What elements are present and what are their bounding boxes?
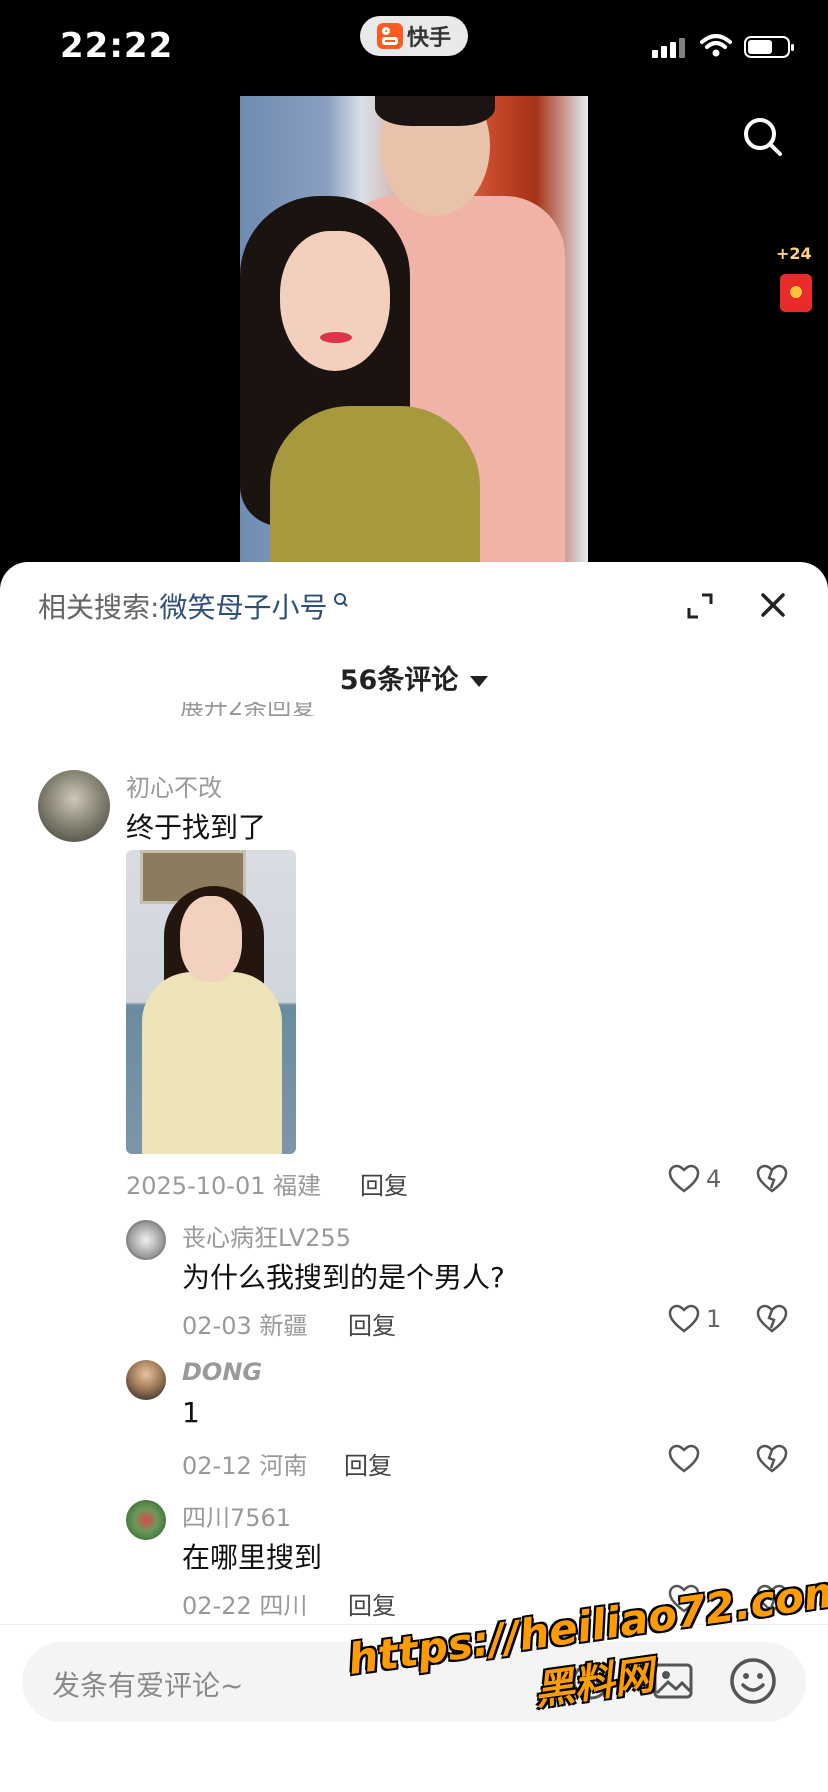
reply-username[interactable]: 四川7561 (182, 1498, 291, 1533)
related-search-label: 相关搜索: (38, 591, 160, 624)
dislike-heart-icon[interactable] (756, 1304, 788, 1334)
like-count: 1 (706, 1305, 722, 1333)
heart-icon (668, 1304, 700, 1333)
like-count: 4 (706, 1165, 722, 1193)
reply-button[interactable]: 回复 (344, 1446, 392, 1481)
comment-input-placeholder: 发条有爱评论~ (52, 1669, 244, 1702)
battery-icon (744, 36, 794, 58)
related-search[interactable]: 相关搜索: 微笑母子小号 (38, 586, 349, 626)
reply-meta: 02-03 新疆 (182, 1312, 308, 1340)
heart-icon (668, 1164, 700, 1193)
video-frame[interactable] (240, 96, 588, 576)
app-indicator-pill[interactable]: 快手 (360, 16, 468, 56)
like-button[interactable]: 4 (668, 1164, 721, 1194)
avatar[interactable] (38, 770, 110, 842)
avatar[interactable] (126, 1360, 166, 1400)
comment-meta: 2025-10-01 福建 (126, 1172, 322, 1200)
cellular-signal-icon (652, 38, 685, 58)
reply-meta: 02-12 河南 (182, 1452, 308, 1480)
like-button[interactable] (668, 1444, 700, 1474)
dislike-heart-icon[interactable] (756, 1164, 788, 1194)
expand-icon[interactable] (686, 592, 714, 620)
comment-image[interactable] (126, 850, 296, 1154)
reply-button[interactable]: 回复 (360, 1166, 408, 1201)
heart-icon (668, 1444, 700, 1473)
chevron-down-icon (470, 676, 489, 687)
reply-button[interactable]: 回复 (348, 1306, 396, 1341)
like-button[interactable]: 1 (668, 1304, 721, 1334)
related-search-keyword[interactable]: 微笑母子小号 (159, 586, 327, 626)
reply-text: 在哪里搜到 (182, 1541, 323, 1574)
clock: 22:22 (60, 26, 174, 66)
comment-text: 终于找到了 (126, 811, 267, 844)
red-packet-icon[interactable] (780, 274, 812, 312)
search-icon[interactable] (742, 116, 784, 158)
kuaishou-logo-icon (376, 23, 403, 49)
comment-username[interactable]: 初心不改 (126, 768, 222, 803)
reply-meta: 02-22 四川 (182, 1592, 308, 1620)
app-name: 快手 (406, 26, 451, 51)
wifi-icon (700, 34, 732, 57)
bonus-count: +24 (776, 244, 812, 263)
comment-count: 56条评论 (339, 665, 459, 696)
avatar[interactable] (126, 1220, 166, 1260)
reply-button[interactable]: 回复 (348, 1586, 396, 1621)
reply-text: 1 (182, 1396, 200, 1429)
reply-username[interactable]: 丧心病狂LV255 (182, 1218, 351, 1253)
video-person-woman (240, 196, 480, 576)
reply-username[interactable]: DONG (182, 1358, 262, 1386)
small-search-icon (334, 593, 349, 607)
comment-count-dropdown[interactable]: 56条评论 (0, 658, 828, 697)
close-icon[interactable] (760, 592, 786, 618)
reply-text: 为什么我搜到的是个男人? (182, 1261, 505, 1294)
expand-replies-link[interactable]: 展开2条回复 (180, 702, 315, 716)
status-bar: 22:22 快手 (0, 0, 828, 96)
avatar[interactable] (126, 1500, 166, 1540)
dislike-heart-icon[interactable] (756, 1444, 788, 1474)
